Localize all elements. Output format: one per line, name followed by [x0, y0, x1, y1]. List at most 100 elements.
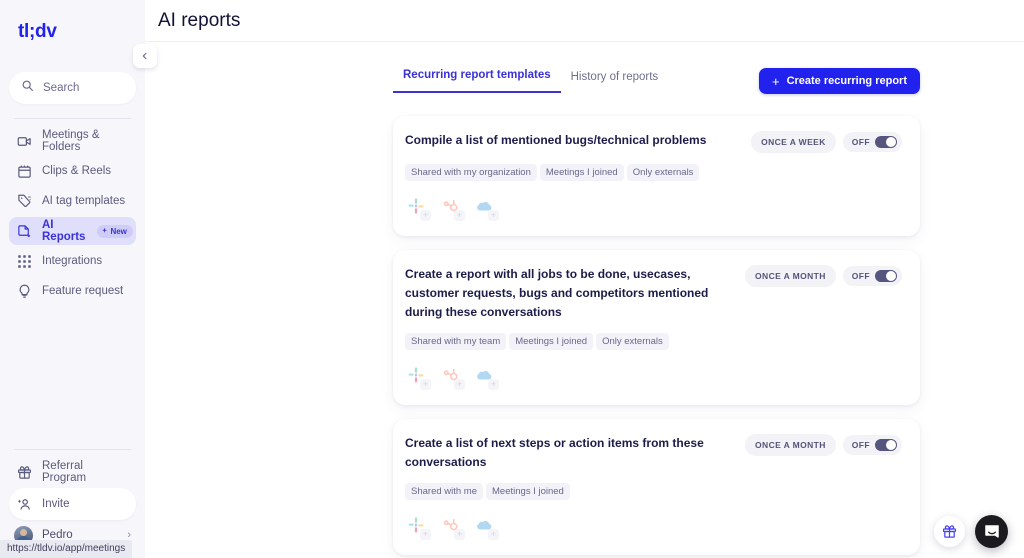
sidebar-item-clips-reels[interactable]: Clips & Reels: [9, 157, 136, 185]
tag-chip: Shared with my organization: [405, 164, 537, 181]
card-tags: Shared with my organization Meetings I j…: [405, 164, 902, 181]
sparkle-icon: [101, 227, 108, 236]
page-content: Recurring report templates History of re…: [145, 42, 1024, 558]
card-header: Compile a list of mentioned bugs/technic…: [405, 131, 902, 153]
tag-chip: Meetings I joined: [509, 333, 593, 350]
support-chat-button[interactable]: [975, 515, 1008, 548]
card-header: Create a report with all jobs to be done…: [405, 265, 902, 322]
add-integration-badge: +: [454, 379, 465, 390]
sidebar-item-invite[interactable]: Invite: [9, 488, 136, 520]
sidebar-divider-bottom: [14, 449, 131, 450]
tag-chip: Only externals: [627, 164, 700, 181]
hubspot-icon[interactable]: +: [441, 197, 463, 219]
add-integration-badge: +: [420, 529, 431, 540]
frequency-badge: ONCE A WEEK: [751, 131, 836, 153]
toggle-state-label: OFF: [852, 271, 870, 281]
slack-icon[interactable]: +: [407, 366, 429, 388]
salesforce-icon[interactable]: +: [475, 516, 497, 538]
search-input[interactable]: Search: [9, 72, 136, 104]
toggle-knob: [886, 137, 896, 147]
add-integration-badge: +: [420, 379, 431, 390]
card-controls: ONCE A WEEK OFF: [751, 131, 902, 153]
slack-icon[interactable]: +: [407, 516, 429, 538]
card-tags: Shared with my team Meetings I joined On…: [405, 333, 902, 350]
integration-icons: + + +: [405, 366, 902, 388]
card-tags: Shared with me Meetings I joined: [405, 483, 902, 500]
sidebar-divider-top: [14, 118, 131, 119]
status-bar-url: https://tldv.io/app/meetings: [0, 540, 132, 558]
tab-recurring-report-templates[interactable]: Recurring report templates: [393, 69, 561, 93]
sidebar-item-referral-program[interactable]: Referral Program: [9, 458, 136, 486]
toggle-switch[interactable]: [875, 270, 897, 282]
floating-action-buttons: [934, 515, 1008, 548]
sidebar-item-label: Referral Program: [42, 460, 128, 484]
sidebar-bottom-nav: Referral Program Invite: [0, 458, 145, 520]
app-root: tl;dv Search Meetings & Folders: [0, 0, 1024, 558]
sidebar-item-integrations[interactable]: Integrations: [9, 247, 136, 275]
enable-toggle[interactable]: OFF: [843, 132, 902, 152]
add-integration-badge: +: [488, 529, 499, 540]
tag-chip: Meetings I joined: [486, 483, 570, 500]
tab-history-of-reports[interactable]: History of reports: [561, 71, 669, 93]
chevron-left-icon: [141, 52, 149, 60]
salesforce-icon[interactable]: +: [475, 197, 497, 219]
report-template-card[interactable]: Create a report with all jobs to be done…: [393, 250, 920, 405]
slack-icon[interactable]: +: [407, 197, 429, 219]
frequency-badge: ONCE A MONTH: [745, 265, 836, 287]
integration-icons: + + +: [405, 197, 902, 219]
hubspot-icon[interactable]: +: [441, 516, 463, 538]
video-camera-icon: [17, 134, 32, 149]
tabs-row: Recurring report templates History of re…: [393, 42, 920, 94]
sidebar-item-meetings-folders[interactable]: Meetings & Folders: [9, 127, 136, 155]
create-recurring-report-label: Create recurring report: [787, 75, 907, 87]
create-recurring-report-button[interactable]: + Create recurring report: [759, 68, 920, 94]
sidebar-item-feature-request[interactable]: Feature request: [9, 277, 136, 305]
toggle-knob: [886, 440, 896, 450]
frequency-badge: ONCE A MONTH: [745, 434, 836, 456]
sidebar-item-ai-reports[interactable]: AI Reports New: [9, 217, 136, 245]
salesforce-icon[interactable]: +: [475, 366, 497, 388]
report-template-card[interactable]: Create a list of next steps or action it…: [393, 419, 920, 555]
toggle-switch[interactable]: [875, 136, 897, 148]
sidebar-item-label: Feature request: [42, 285, 123, 297]
card-title: Create a report with all jobs to be done…: [405, 265, 731, 322]
report-template-list: Compile a list of mentioned bugs/technic…: [393, 116, 920, 555]
enable-toggle[interactable]: OFF: [843, 266, 902, 286]
sidebar-item-label: Meetings & Folders: [42, 129, 128, 153]
gift-icon: [17, 465, 32, 480]
report-sparkle-icon: [17, 224, 32, 239]
intercom-chat-icon: [983, 523, 1001, 541]
search-icon: [21, 79, 34, 97]
plus-icon: +: [772, 75, 780, 88]
toggle-switch[interactable]: [875, 439, 897, 451]
sidebar-item-ai-tag-templates[interactable]: AI tag templates: [9, 187, 136, 215]
hubspot-icon[interactable]: +: [441, 366, 463, 388]
card-controls: ONCE A MONTH OFF: [745, 265, 902, 287]
clips-calendar-icon: [17, 164, 32, 179]
main-area: AI reports Recurring report templates Hi…: [145, 0, 1024, 558]
card-controls: ONCE A MONTH OFF: [745, 434, 902, 456]
top-bar: AI reports: [145, 0, 1024, 42]
sidebar: tl;dv Search Meetings & Folders: [0, 0, 145, 558]
sidebar-item-label: AI tag templates: [42, 195, 125, 207]
enable-toggle[interactable]: OFF: [843, 435, 902, 455]
tag-sparkle-icon: [17, 194, 32, 209]
tag-chip: Only externals: [596, 333, 669, 350]
tag-chip: Shared with me: [405, 483, 483, 500]
add-integration-badge: +: [454, 210, 465, 221]
rewards-gift-button[interactable]: [934, 516, 965, 547]
toggle-state-label: OFF: [852, 440, 870, 450]
gift-icon: [942, 524, 957, 539]
grid-icon: [17, 254, 32, 269]
sidebar-collapse-button[interactable]: [133, 44, 157, 68]
card-title: Create a list of next steps or action it…: [405, 434, 731, 472]
report-template-card[interactable]: Compile a list of mentioned bugs/technic…: [393, 116, 920, 236]
sidebar-nav: Meetings & Folders Clips & Reels: [0, 127, 145, 305]
tab-list: Recurring report templates History of re…: [393, 69, 668, 93]
add-integration-badge: +: [420, 210, 431, 221]
app-logo[interactable]: tl;dv: [0, 0, 145, 58]
add-person-icon: [17, 497, 32, 512]
search-placeholder: Search: [43, 82, 79, 94]
add-integration-badge: +: [488, 210, 499, 221]
tag-chip: Shared with my team: [405, 333, 506, 350]
